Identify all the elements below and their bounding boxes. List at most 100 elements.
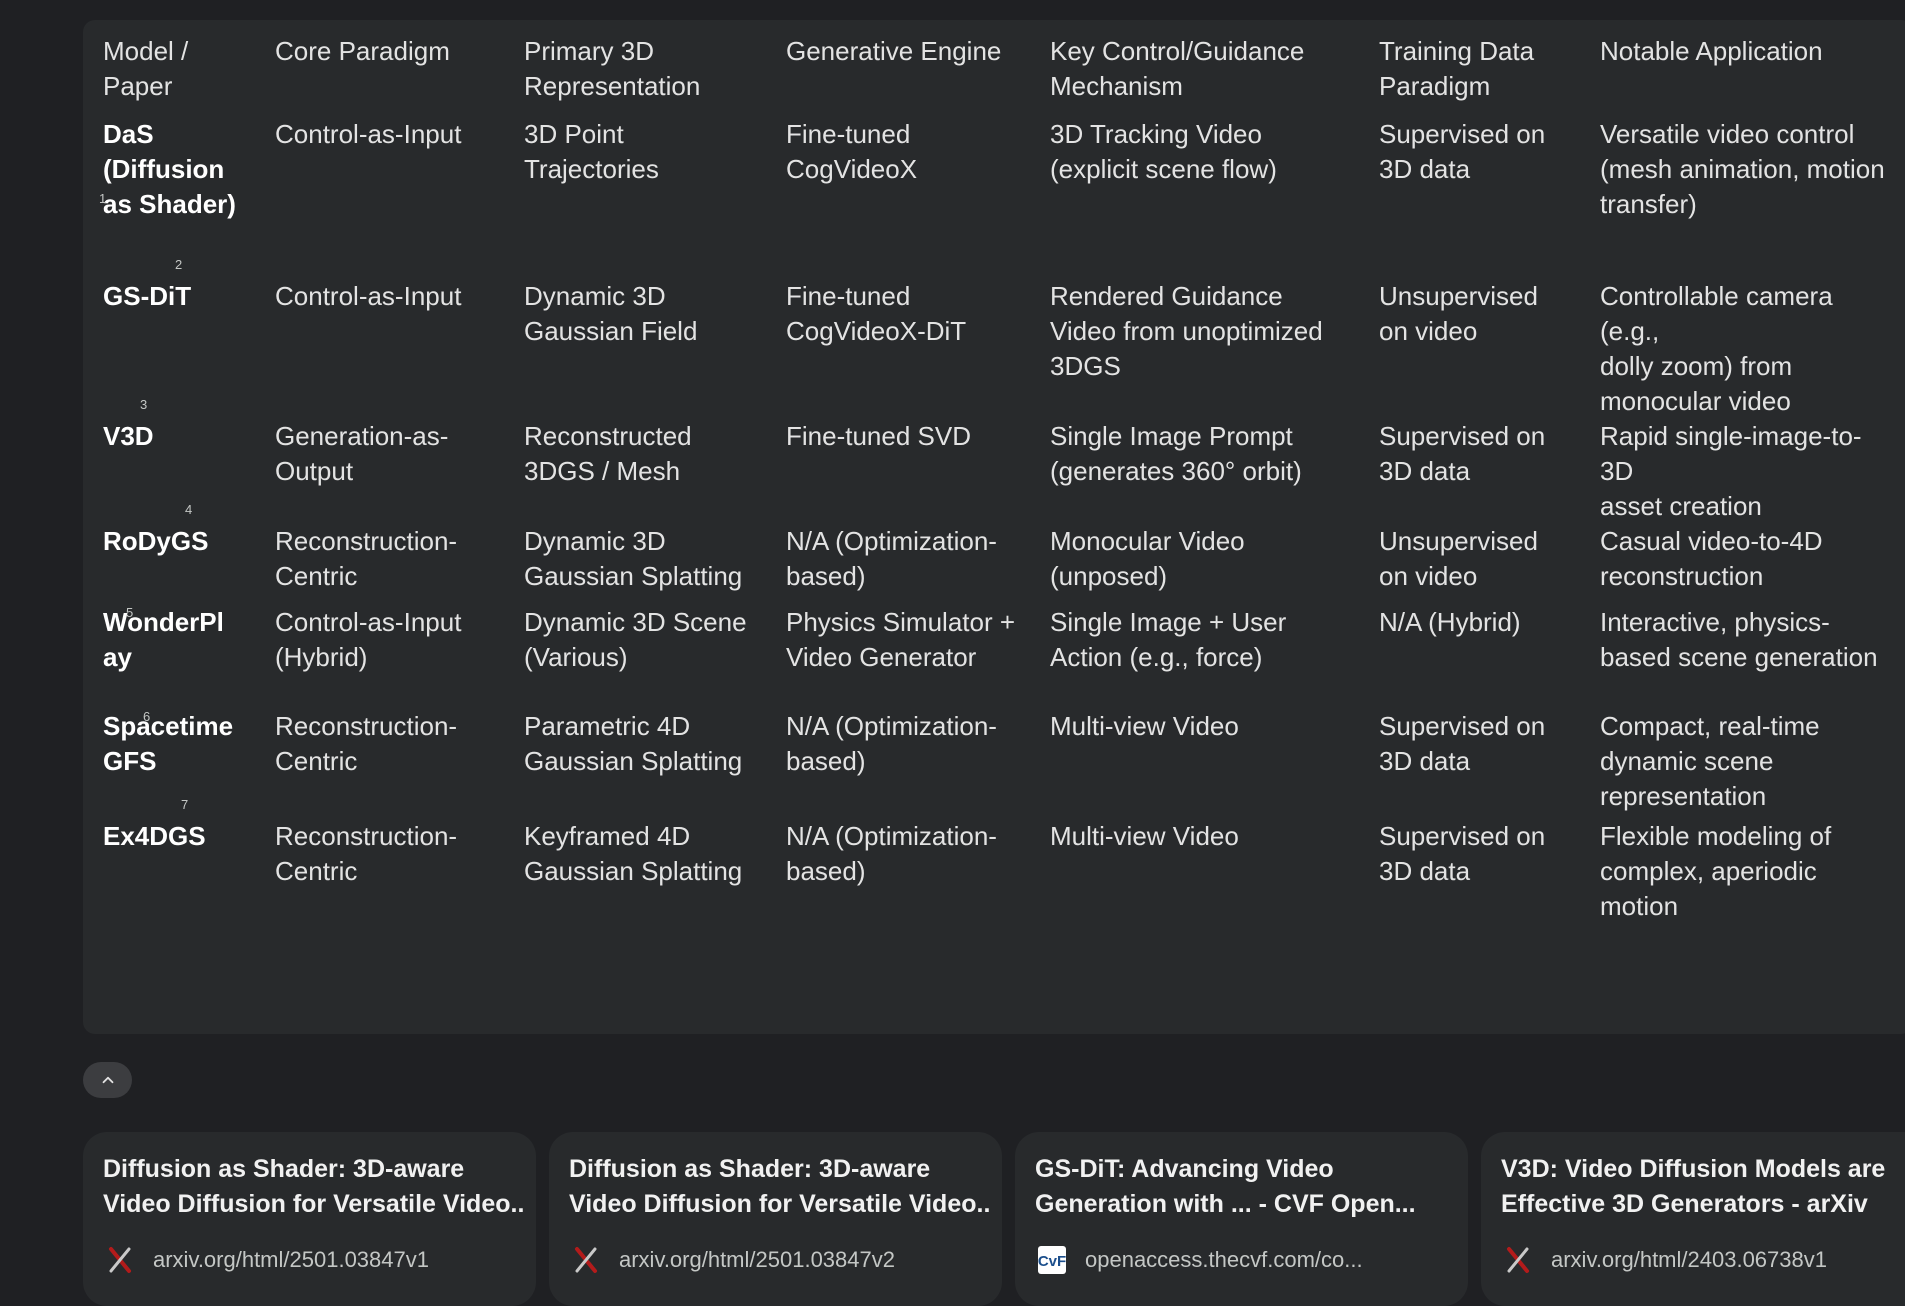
source-card[interactable]: V3D: Video Diffusion Models are Effective… [1481, 1132, 1905, 1306]
table-cell: Reconstruction- Centric [275, 524, 524, 605]
cell-text-line: Controllable camera (e.g., [1600, 281, 1833, 346]
cell-text-line: Action (e.g., force) [1050, 642, 1263, 672]
column-header: Primary 3D Representation [524, 34, 786, 117]
cell-text-line: Physics Simulator + [786, 607, 1016, 637]
arxiv-favicon-icon [1503, 1245, 1533, 1275]
table-cell: Versatile video control (mesh animation, … [1600, 117, 1905, 279]
cell-text-line: WonderPl [103, 607, 224, 637]
cell-text-line: DaS [103, 119, 154, 149]
citation-marker[interactable]: 1 [99, 192, 106, 205]
table-cell: N/A (Hybrid) [1379, 605, 1600, 709]
table-cell: N/A (Optimization-based) [786, 819, 1050, 929]
source-url-row: arxiv.org/html/2403.06738v1 [1503, 1242, 1827, 1278]
cell-text-line: (Various) [524, 642, 628, 672]
cell-text-line: Multi-view Video [1050, 821, 1239, 851]
cell-text-line: Unsupervised [1379, 526, 1538, 556]
source-title[interactable]: GS-DiT: Advancing Video Generation with .… [1035, 1152, 1455, 1222]
table-cell: Fine-tuned SVD [786, 419, 1050, 524]
cell-text-line: CogVideoX [786, 154, 918, 184]
source-card[interactable]: Diffusion as Shader: 3D-aware Video Diffu… [549, 1132, 1002, 1306]
source-title[interactable]: Diffusion as Shader: 3D-aware Video Diffu… [103, 1152, 523, 1222]
cell-text-line: on video [1379, 316, 1478, 346]
table-cell: Fine-tuned CogVideoX-DiT [786, 279, 1050, 419]
source-url[interactable]: openaccess.thecvf.com/co... [1085, 1247, 1363, 1273]
cell-text-line: Video from unoptimized [1050, 316, 1323, 346]
cell-text-line: Centric [275, 561, 358, 591]
cell-text-line: 3D data [1379, 746, 1471, 776]
table-row: RoDyGS 4 Reconstruction- Centric Dynamic 3D G… [103, 503, 1905, 605]
table-cell: Dynamic 3D Gaussian Field [524, 279, 786, 419]
citation-marker[interactable]: 4 [185, 503, 192, 516]
cell-text-line: Gaussian Splatting [524, 856, 743, 886]
cell-text-line: Compact, real-time [1600, 711, 1820, 741]
table-row: DaS (Diffusion as Shader) 1 Control-as-Input… [99, 117, 1905, 279]
cell-text-line: N/A (Optimization- [786, 821, 997, 851]
citation-marker[interactable]: 5 [126, 606, 133, 619]
source-url[interactable]: arxiv.org/html/2501.03847v2 [619, 1247, 895, 1273]
cell-text-line: on video [1379, 561, 1478, 591]
table-cell: Physics Simulator + Video Generator [786, 605, 1050, 709]
table-cell: Control-as-Input [275, 279, 524, 419]
table-cell: N/A (Optimization-based) [786, 524, 1050, 605]
collapse-button[interactable] [83, 1062, 132, 1098]
cell-text-line: (mesh animation, motion [1600, 154, 1885, 184]
source-url-row: arxiv.org/html/2501.03847v2 [571, 1242, 895, 1278]
cell-text-line: Reconstruction- [275, 821, 458, 851]
cell-text-line: dynamic scene [1600, 746, 1774, 776]
cell-text-line: N/A (Optimization- [786, 711, 997, 741]
table-cell: Compact, real-time dynamic scene represent… [1600, 709, 1905, 819]
table-cell: Controllable camera (e.g., dolly zoom) fr… [1600, 279, 1905, 419]
column-header: Core Paradigm [275, 34, 524, 117]
cell-text-line: Training Data [1379, 36, 1535, 66]
cell-text-line: ay [103, 642, 132, 672]
arxiv-favicon-icon [105, 1245, 135, 1275]
table-cell: Casual video-to-4D reconstruction [1600, 524, 1905, 605]
cell-text-line: Ex4DGS [103, 821, 206, 851]
cell-text-line: Unsupervised [1379, 281, 1538, 311]
cell-text-line: Video Diffusion for Versatile Video... [103, 1190, 523, 1218]
model-name-cell: Spacetime GFS 6 [103, 709, 275, 819]
cell-text-line: Control-as-Input [275, 119, 462, 149]
source-card[interactable]: GS-DiT: Advancing Video Generation with .… [1015, 1132, 1468, 1306]
cell-text-line: 3D Point [524, 119, 624, 149]
source-url[interactable]: arxiv.org/html/2501.03847v1 [153, 1247, 429, 1273]
cell-text-line: V3D: Video Diffusion Models are [1501, 1155, 1886, 1183]
cell-text-line: 3D data [1379, 154, 1471, 184]
cell-text-line: Video Diffusion for Versatile Video... [569, 1190, 989, 1218]
table-row: V3D 3 Generation-as- Output Reconstructed 3DG… [103, 398, 1905, 524]
cell-text-line: (Diffusion [103, 154, 225, 184]
cell-text-line: Multi-view Video [1050, 711, 1239, 741]
citation-marker[interactable]: 3 [140, 398, 147, 411]
cell-text-line: Diffusion as Shader: 3D-aware [103, 1155, 465, 1183]
model-name-cell: RoDyGS 4 [103, 503, 275, 605]
citation-marker[interactable]: 2 [175, 258, 182, 271]
citation-marker[interactable]: 6 [143, 710, 150, 723]
cell-text-line: Diffusion as Shader: 3D-aware [569, 1155, 931, 1183]
cell-text-line: Versatile video control [1600, 119, 1855, 149]
cell-text-line: Representation [524, 71, 701, 101]
source-url[interactable]: arxiv.org/html/2403.06738v1 [1551, 1247, 1827, 1273]
source-card[interactable]: Diffusion as Shader: 3D-aware Video Diffu… [83, 1132, 536, 1306]
column-header: Training Data Paradigm [1379, 34, 1600, 117]
table-row: WonderPl ay 5 Control-as-Input (Hybrid) Dynam… [103, 605, 1905, 709]
cell-text-line: 3DGS / Mesh [524, 456, 681, 486]
cell-text-line: Fine-tuned SVD [786, 421, 971, 451]
column-header: Model / Paper [103, 34, 275, 117]
cell-text-line: 3D data [1379, 456, 1471, 486]
cell-text-line: Generation-as- [275, 421, 449, 451]
cell-text-line: Dynamic 3D Scene [524, 607, 747, 637]
cell-text-line: Centric [275, 746, 358, 776]
cell-text-line: Generative Engine [786, 36, 1002, 66]
cell-text-line: Supervised on [1379, 119, 1546, 149]
table-cell: Control-as-Input [275, 117, 524, 279]
citation-marker[interactable]: 7 [181, 798, 188, 811]
cell-text-line: representation [1600, 781, 1767, 811]
source-title[interactable]: Diffusion as Shader: 3D-aware Video Diffu… [569, 1152, 989, 1222]
source-title[interactable]: V3D: Video Diffusion Models are Effective… [1501, 1152, 1905, 1222]
cell-text-line: Gaussian Splatting [524, 746, 743, 776]
table-row: Ex4DGS 7 Reconstruction- Centric Keyframed 4… [103, 798, 1905, 929]
cell-text-line: Centric [275, 856, 358, 886]
cell-text-line: dolly zoom) from [1600, 351, 1793, 381]
cell-text-line: Parametric 4D [524, 711, 691, 741]
cell-text-line: Supervised on [1379, 421, 1546, 451]
